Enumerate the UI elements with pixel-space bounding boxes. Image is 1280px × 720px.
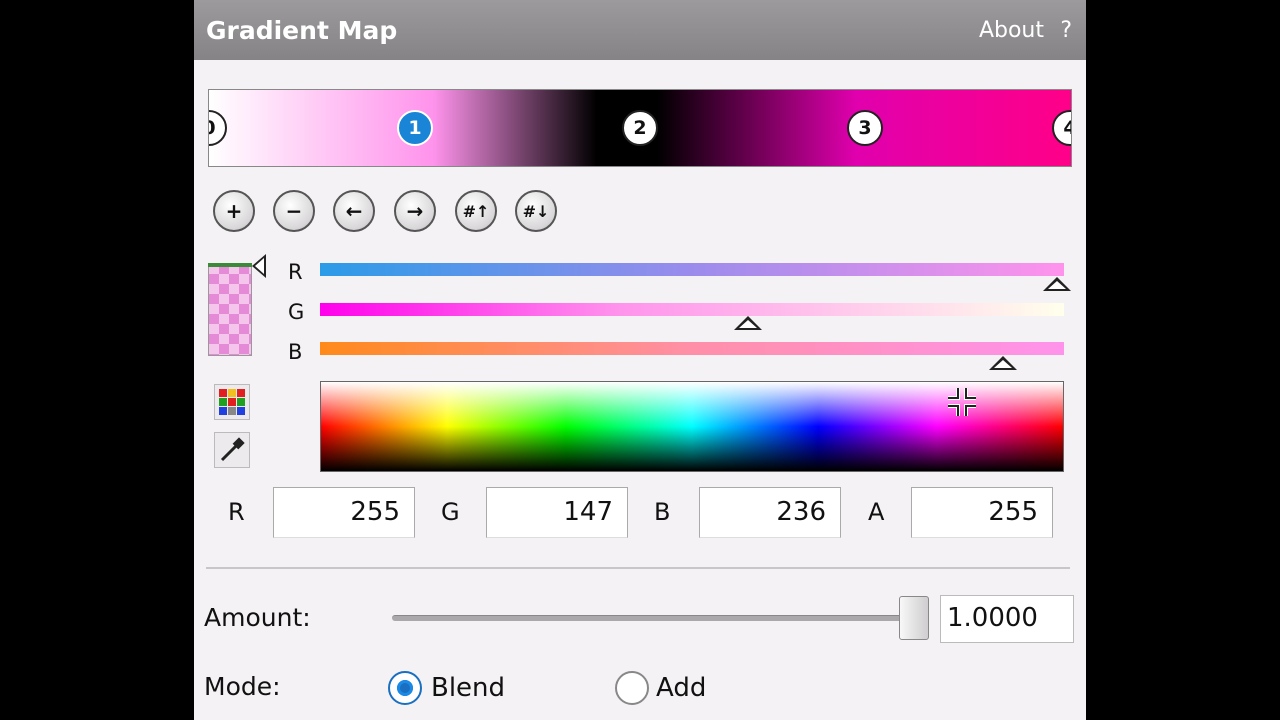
swatch-top-stripe	[208, 263, 252, 267]
r-value-input[interactable]: 255	[273, 487, 415, 538]
hash-up-icon: #↑	[462, 201, 490, 221]
gradient-stop-2[interactable]: 2	[622, 110, 658, 146]
help-button[interactable]: ?	[1060, 18, 1072, 43]
a-field-label: A	[868, 498, 885, 526]
renumber-down-button[interactable]: #↓	[515, 190, 557, 232]
plus-icon: +	[225, 199, 243, 223]
color-swatch	[208, 263, 252, 356]
g-channel-thumb[interactable]	[733, 316, 762, 330]
palette-button[interactable]	[214, 384, 250, 420]
spectrum-crosshair-icon	[948, 388, 976, 416]
b-value-input[interactable]: 236	[699, 487, 841, 538]
amount-slider[interactable]	[392, 615, 912, 621]
stop-label: 2	[633, 117, 647, 139]
stop-label: 3	[858, 117, 872, 139]
palette-icon	[219, 389, 245, 415]
gradient-stop-4[interactable]: 4	[1052, 110, 1071, 146]
title-bar: Gradient Map About ?	[194, 0, 1086, 60]
mode-blend-radio[interactable]	[388, 671, 422, 705]
mode-add-label[interactable]: Add	[656, 673, 706, 703]
panel-title: Gradient Map	[206, 16, 398, 45]
stop-label: 4	[1063, 117, 1071, 139]
amount-input[interactable]: 1.0000	[940, 595, 1074, 643]
b-channel-slider[interactable]	[320, 342, 1064, 355]
mode-label: Mode:	[204, 672, 281, 701]
r-field-label: R	[228, 498, 245, 526]
g-channel-label: G	[288, 300, 305, 324]
amount-label: Amount:	[204, 603, 311, 632]
renumber-up-button[interactable]: #↑	[455, 190, 497, 232]
mode-blend-label[interactable]: Blend	[431, 673, 505, 703]
gradient-bar[interactable]: 0 1 2 3 4	[208, 89, 1072, 167]
about-link[interactable]: About	[979, 18, 1044, 43]
gradient-stop-3[interactable]: 3	[847, 110, 883, 146]
move-right-button[interactable]: →	[394, 190, 436, 232]
gradient-stop-1[interactable]: 1	[397, 110, 433, 146]
remove-stop-button[interactable]: −	[273, 190, 315, 232]
move-left-button[interactable]: ←	[333, 190, 375, 232]
b-field-label: B	[654, 498, 671, 526]
r-channel-label: R	[288, 260, 303, 284]
g-value-input[interactable]: 147	[486, 487, 628, 538]
swatch-arrow-inner	[255, 258, 264, 274]
gradient-stop-0[interactable]: 0	[209, 110, 227, 146]
eyedropper-button[interactable]	[214, 432, 250, 468]
radio-selected-dot	[397, 680, 413, 696]
gradient-map-panel: Gradient Map About ? 0 1 2 3 4 + − ← → #…	[194, 0, 1086, 720]
stop-label: 0	[209, 117, 216, 139]
a-value-input[interactable]: 255	[911, 487, 1053, 538]
b-channel-thumb[interactable]	[988, 356, 1017, 370]
divider	[206, 567, 1070, 569]
r-channel-thumb[interactable]	[1043, 277, 1071, 291]
hash-down-icon: #↓	[522, 201, 550, 221]
minus-icon: −	[285, 199, 303, 223]
arrow-right-icon: →	[406, 199, 424, 223]
b-channel-label: B	[288, 340, 303, 364]
add-stop-button[interactable]: +	[213, 190, 255, 232]
r-channel-slider[interactable]	[320, 263, 1064, 276]
mode-add-radio[interactable]	[615, 671, 649, 705]
g-field-label: G	[441, 498, 460, 526]
eyedropper-icon	[220, 437, 245, 462]
g-channel-slider[interactable]	[320, 303, 1064, 316]
amount-slider-thumb[interactable]	[899, 596, 929, 640]
arrow-left-icon: ←	[345, 199, 363, 223]
stop-label: 1	[408, 117, 422, 139]
